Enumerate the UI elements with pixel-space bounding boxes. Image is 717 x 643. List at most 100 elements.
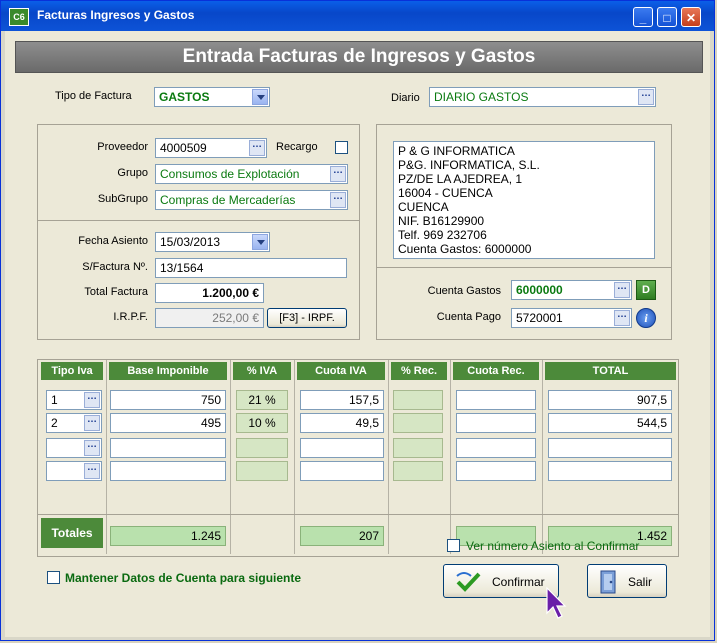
- recargo-checkbox[interactable]: [335, 141, 348, 154]
- close-icon: ✕: [685, 11, 697, 25]
- pct-rec-cell: [393, 413, 443, 433]
- grupo-field[interactable]: Consumos de Explotación …: [155, 164, 348, 184]
- salir-label: Salir: [628, 575, 653, 589]
- total-cuota-cell: 207: [300, 526, 384, 546]
- lookup-icon[interactable]: …: [330, 192, 346, 208]
- total-cell[interactable]: 544,5: [548, 413, 672, 433]
- diario-field[interactable]: DIARIO GASTOS …: [429, 87, 656, 107]
- base-cell[interactable]: 495: [110, 413, 226, 433]
- ver-numero-label: Ver número Asiento al Confirmar: [466, 539, 640, 553]
- cuota-rec-cell[interactable]: [456, 461, 536, 481]
- tipo-iva-value: 2: [51, 416, 58, 430]
- subgrupo-value: Compras de Mercaderías: [160, 193, 296, 207]
- divider: [38, 220, 359, 221]
- address-line: P & G INFORMATICA: [398, 144, 515, 158]
- lookup-icon[interactable]: …: [84, 463, 100, 479]
- cuota-rec-cell[interactable]: [456, 413, 536, 433]
- chevron-down-icon[interactable]: [252, 89, 268, 105]
- tipo-factura-select[interactable]: GASTOS: [154, 87, 270, 107]
- mantener-label: Mantener Datos de Cuenta para siguiente: [65, 571, 302, 585]
- total-factura-input[interactable]: 1.200,00 €: [155, 283, 264, 303]
- total-cell[interactable]: 907,5: [548, 390, 672, 410]
- tipo-iva-cell[interactable]: …: [46, 438, 102, 458]
- tipo-iva-cell[interactable]: 2…: [46, 413, 102, 433]
- irpf-label: I.R.P.F.: [113, 311, 148, 323]
- address-line: 16004 - CUENCA: [398, 186, 493, 200]
- title-bar[interactable]: C6 Facturas Ingresos y Gastos _ □ ✕: [1, 1, 714, 31]
- cuenta-gastos-field[interactable]: 6000000 …: [511, 280, 632, 300]
- irpf-input[interactable]: 252,00 €: [155, 308, 264, 328]
- subgrupo-field[interactable]: Compras de Mercaderías …: [155, 190, 348, 210]
- exit-door-icon: [600, 570, 616, 594]
- divider: [38, 514, 678, 515]
- lookup-icon[interactable]: …: [249, 140, 265, 156]
- grupo-label: Grupo: [117, 167, 148, 179]
- cuenta-pago-label: Cuenta Pago: [436, 311, 501, 323]
- column-header-cuota-rec: Cuota Rec.: [453, 362, 539, 380]
- total-base-cell: 1.245: [110, 526, 226, 546]
- pct-iva-cell: [236, 461, 288, 481]
- diario-label: Diario: [391, 92, 420, 104]
- pct-rec-cell: [393, 438, 443, 458]
- pct-rec-cell: [393, 461, 443, 481]
- tipo-iva-cell[interactable]: 1…: [46, 390, 102, 410]
- lookup-icon[interactable]: …: [614, 310, 630, 326]
- column-header-base: Base Imponible: [109, 362, 227, 380]
- pct-iva-cell: [236, 438, 288, 458]
- window-title: Facturas Ingresos y Gastos: [37, 8, 195, 22]
- irpf-button[interactable]: [F3] - IRPF.: [267, 308, 347, 328]
- base-cell[interactable]: [110, 461, 226, 481]
- lookup-icon[interactable]: …: [638, 89, 654, 105]
- sfactura-label: S/Factura Nº.: [82, 261, 148, 273]
- total-cell[interactable]: [548, 438, 672, 458]
- proveedor-field[interactable]: 4000509 …: [155, 138, 267, 158]
- address-line: P&G. INFORMATICA, S.L.: [398, 158, 540, 172]
- tipo-iva-cell[interactable]: …: [46, 461, 102, 481]
- grupo-value: Consumos de Explotación: [160, 167, 300, 181]
- cuota-iva-cell[interactable]: 49,5: [300, 413, 384, 433]
- minimize-button[interactable]: _: [633, 7, 653, 27]
- tipo-iva-value: 1: [51, 393, 58, 407]
- pct-rec-cell: [393, 390, 443, 410]
- iva-grid: Tipo Iva Base Imponible % IVA Cuota IVA …: [37, 359, 679, 557]
- lookup-icon[interactable]: …: [84, 415, 100, 431]
- form-header: Entrada Facturas de Ingresos y Gastos: [15, 41, 703, 73]
- cuota-iva-cell[interactable]: [300, 461, 384, 481]
- minimize-icon: _: [639, 11, 647, 25]
- address-line: PZ/DE LA AJEDREA, 1: [398, 172, 523, 186]
- app-icon: C6: [9, 8, 29, 26]
- salir-button[interactable]: Salir: [587, 564, 667, 598]
- maximize-button[interactable]: □: [657, 7, 677, 27]
- cuenta-gastos-d-button[interactable]: D: [636, 280, 656, 300]
- lookup-icon[interactable]: …: [330, 166, 346, 182]
- mantener-checkbox[interactable]: [47, 571, 60, 584]
- cuota-iva-cell[interactable]: 157,5: [300, 390, 384, 410]
- ver-numero-checkbox[interactable]: [447, 539, 460, 552]
- info-icon[interactable]: i: [636, 308, 656, 328]
- column-header-cuota-iva: Cuota IVA: [297, 362, 385, 380]
- totales-label: Totales: [41, 518, 103, 548]
- lookup-icon[interactable]: …: [84, 392, 100, 408]
- diario-value: DIARIO GASTOS: [434, 90, 529, 104]
- cuota-iva-cell[interactable]: [300, 438, 384, 458]
- tipo-factura-value: GASTOS: [159, 90, 210, 104]
- cuenta-gastos-label: Cuenta Gastos: [427, 285, 501, 297]
- sfactura-input[interactable]: 13/1564: [155, 258, 347, 278]
- base-cell[interactable]: [110, 438, 226, 458]
- cuenta-pago-field[interactable]: 5720001 …: [511, 308, 632, 328]
- cuota-rec-cell[interactable]: [456, 390, 536, 410]
- fecha-asiento-picker[interactable]: 15/03/2013: [155, 232, 270, 252]
- address-line: CUENCA: [398, 200, 449, 214]
- recargo-label: Recargo: [276, 141, 318, 153]
- cuenta-gastos-value: 6000000: [516, 283, 563, 297]
- close-button[interactable]: ✕: [681, 7, 701, 27]
- confirmar-button[interactable]: Confirmar: [443, 564, 559, 598]
- base-cell[interactable]: 750: [110, 390, 226, 410]
- lookup-icon[interactable]: …: [84, 440, 100, 456]
- lookup-icon[interactable]: …: [614, 282, 630, 298]
- total-cell[interactable]: [548, 461, 672, 481]
- column-header-pct-rec: % Rec.: [391, 362, 447, 380]
- cuota-rec-cell[interactable]: [456, 438, 536, 458]
- column-header-total: TOTAL: [545, 362, 676, 380]
- chevron-down-icon[interactable]: [252, 234, 268, 250]
